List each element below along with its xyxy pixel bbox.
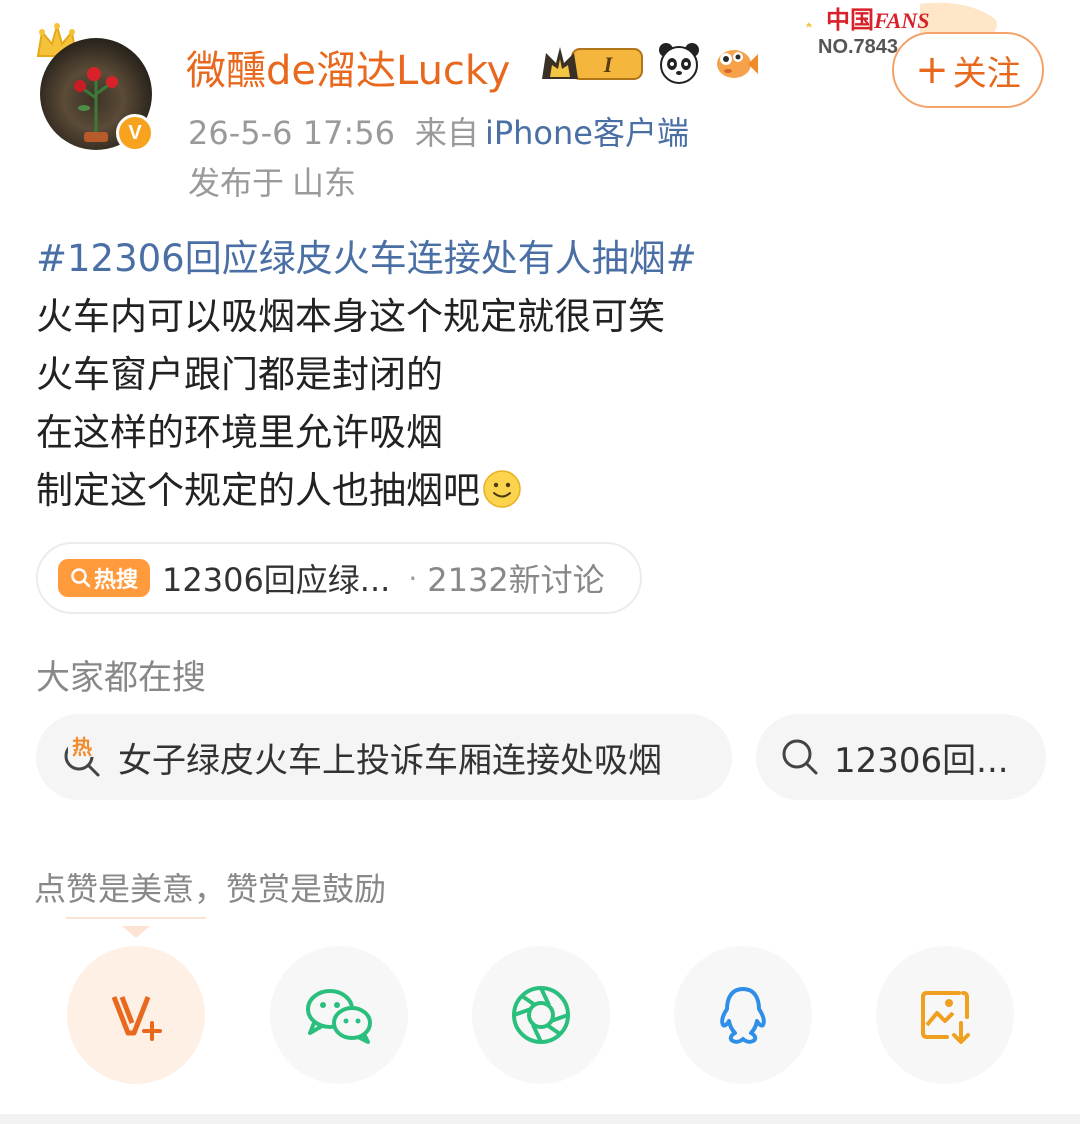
- pufferfish-icon[interactable]: [712, 40, 758, 86]
- pointer-arrow-icon: [66, 917, 206, 938]
- smile-emoji-icon: [483, 470, 521, 508]
- svg-text:FANS: FANS: [873, 8, 929, 33]
- reward-button[interactable]: [67, 946, 205, 1084]
- from-label: 来自: [414, 114, 479, 152]
- svg-text:中国: 中国: [826, 6, 874, 34]
- post-meta: 26-5-6 17:56 来自 iPhone客户端: [188, 108, 689, 154]
- hot-search-tag-label: 热搜: [93, 568, 138, 593]
- post-line-text: 制定这个规定的人也抽烟吧: [36, 469, 480, 512]
- search-icon: [71, 568, 91, 588]
- hot-search-count: 2132新讨论: [427, 561, 605, 599]
- qq-icon: [720, 987, 766, 1044]
- avatar-wrap[interactable]: V: [32, 22, 162, 152]
- post-timestamp: 26-5-6 17:56: [188, 114, 395, 152]
- save-image-button[interactable]: [876, 946, 1014, 1084]
- search-chip[interactable]: 热 女子绿皮火车上投诉车厢连接处吸烟: [36, 714, 732, 800]
- wechat-icon: [306, 989, 372, 1044]
- post-source[interactable]: iPhone客户端: [485, 114, 689, 152]
- separator-dot: ·: [408, 561, 418, 595]
- plus-icon: +: [915, 47, 949, 93]
- fans-number: NO.7843: [818, 36, 899, 58]
- reward-note: 点赞是美意，赞赏是鼓励: [34, 870, 387, 908]
- save-image-icon: [921, 991, 970, 1044]
- share-qq-button[interactable]: [674, 946, 812, 1084]
- follow-label: 关注: [952, 53, 1021, 94]
- share-wechat-button[interactable]: [270, 946, 408, 1084]
- user-badges: I: [538, 40, 758, 86]
- moments-icon: [512, 986, 570, 1044]
- post-line-last: 制定这个规定的人也抽烟吧: [36, 462, 697, 520]
- post-line: 火车内可以吸烟本身这个规定就很可笑: [36, 295, 665, 338]
- search-icon: [782, 739, 818, 775]
- level-text: I: [603, 52, 614, 77]
- location-value: 山东: [292, 164, 357, 202]
- hot-search-title: 12306回应绿...: [162, 561, 391, 599]
- member-level-icon[interactable]: I: [538, 41, 646, 85]
- share-moments-button[interactable]: [472, 946, 610, 1084]
- search-chip-text: 12306回...: [834, 740, 1009, 781]
- everyone-searching-heading: 大家都在搜: [36, 658, 206, 698]
- post-line: 在这样的环境里允许吸烟: [36, 411, 443, 454]
- bottom-divider: [0, 1114, 1080, 1124]
- v-plus-icon: [111, 996, 162, 1041]
- panda-icon[interactable]: [656, 40, 702, 86]
- hot-search-pill[interactable]: 热搜 12306回应绿... · 2132新讨论: [36, 542, 642, 614]
- search-chip[interactable]: 12306回...: [756, 714, 1046, 800]
- hot-search-tag: 热搜: [58, 559, 150, 597]
- post-location: 发布于 山东: [188, 158, 356, 204]
- verified-badge: V: [116, 114, 154, 152]
- hashtag-link[interactable]: #12306回应绿皮火车连接处有人抽烟#: [36, 230, 697, 288]
- post-body: #12306回应绿皮火车连接处有人抽烟# 火车内可以吸烟本身这个规定就很可笑 火…: [36, 230, 697, 520]
- hot-search-icon: 热: [64, 735, 100, 777]
- search-chip-text: 女子绿皮火车上投诉车厢连接处吸烟: [118, 740, 662, 781]
- follow-button[interactable]: + 关注: [892, 32, 1044, 108]
- location-label: 发布于: [188, 164, 285, 202]
- post-line: 火车窗户跟门都是封闭的: [36, 353, 443, 396]
- hot-mark: 热: [72, 735, 92, 759]
- username[interactable]: 微醺de溜达Lucky: [186, 38, 510, 96]
